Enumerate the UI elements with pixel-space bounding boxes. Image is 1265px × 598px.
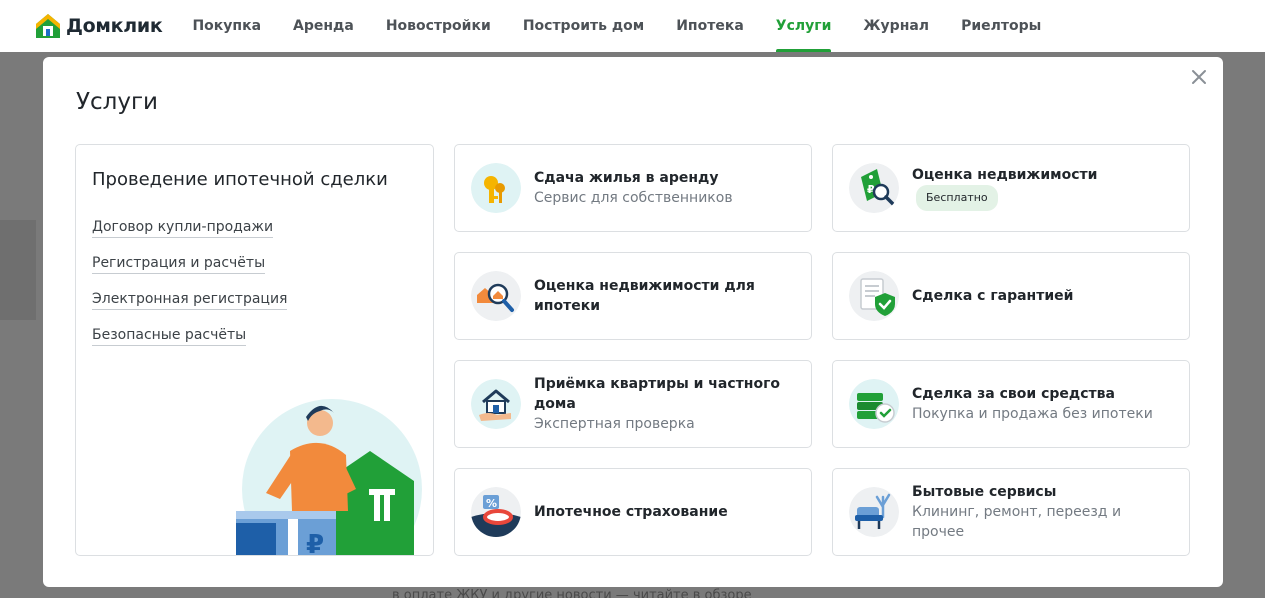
card-own-funds-deal[interactable]: Сделка за свои средства Покупка и продаж… [832,360,1190,448]
card-subtitle: Сервис для собственников [534,190,733,206]
armchair-plant-icon [849,487,899,537]
house-magnifier-icon [471,271,521,321]
card-subtitle: Экспертная проверка [534,416,695,432]
card-rent-out-housing[interactable]: Сдача жилья в аренду Сервис для собствен… [454,144,812,232]
card-text: Бытовые сервисы Клининг, ремонт, переезд… [912,482,1175,542]
card-apartment-acceptance[interactable]: Приёмка квартиры и частного дома Эксперт… [454,360,812,448]
card-title: Сдача жилья в аренду [534,170,719,186]
card-title: Оценка недвижимости Бесплатно [912,165,1175,211]
card-property-appraisal[interactable]: ₽ Оценка недвижимости Бесплатно [832,144,1190,232]
modal-title: Услуги [76,89,159,115]
card-title: Приёмка квартиры и частного дома [534,376,780,412]
card-guaranteed-deal[interactable]: Сделка с гарантией [832,252,1190,340]
card-text: Сделка с гарантией [912,286,1175,306]
link-registration-payments[interactable]: Регистрация и расчёты [92,255,266,274]
man-leaning-on-house-illustration: ₽ [236,399,422,556]
link-safe-payments[interactable]: Безопасные расчёты [92,327,247,346]
money-check-icon [849,379,899,429]
card-text: Приёмка квартиры и частного дома Эксперт… [534,374,797,434]
house-logo-icon [36,14,60,38]
nav-item-rent[interactable]: Аренда [277,0,370,52]
svg-text:₽: ₽ [306,530,324,556]
keys-icon [471,163,521,213]
link-electronic-registration[interactable]: Электронная регистрация [92,291,288,310]
panel-title: Проведение ипотечной сделки [92,169,388,190]
nav-item-build-house[interactable]: Построить дом [507,0,660,52]
main-nav: Покупка Аренда Новостройки Построить дом… [176,0,1057,52]
nav-item-realtors[interactable]: Риелторы [945,0,1057,52]
link-purchase-agreement[interactable]: Договор купли-продажи [92,219,274,238]
close-icon[interactable] [1189,67,1209,87]
price-tag-magnifier-icon: ₽ [849,163,899,213]
card-household-services[interactable]: Бытовые сервисы Клининг, ремонт, переезд… [832,468,1190,556]
card-mortgage-appraisal[interactable]: Оценка недвижимости для ипотеки [454,252,812,340]
card-text: Сдача жилья в аренду Сервис для собствен… [534,168,797,208]
card-mortgage-insurance[interactable]: % Ипотечное страхование [454,468,812,556]
card-title: Бытовые сервисы [912,484,1057,500]
brand-logo[interactable]: Домклик [34,12,163,40]
card-title: Ипотечное страхование [534,504,728,520]
top-navigation: Домклик Покупка Аренда Новостройки Постр… [0,0,1265,52]
background-card [0,220,36,320]
card-title-text: Оценка недвижимости [912,167,1098,183]
house-hand-icon [471,379,521,429]
brand-name: Домклик [66,15,163,37]
nav-item-journal[interactable]: Журнал [847,0,945,52]
svg-text:%: % [486,497,497,510]
nav-item-new-buildings[interactable]: Новостройки [370,0,507,52]
nav-item-services[interactable]: Услуги [760,0,848,52]
mortgage-deal-panel: Проведение ипотечной сделки Договор купл… [75,144,434,556]
card-text: Ипотечное страхование [534,502,797,522]
card-title: Сделка с гарантией [912,288,1074,304]
card-text: Оценка недвижимости Бесплатно [912,165,1175,211]
free-badge: Бесплатно [916,185,998,211]
card-title: Сделка за свои средства [912,386,1115,402]
document-shield-icon [849,271,899,321]
nav-item-buy[interactable]: Покупка [176,0,277,52]
card-title: Оценка недвижимости для ипотеки [534,278,755,314]
background-peek-text: в оплате ЖКУ и другие новости — читайте … [392,588,752,598]
nav-item-mortgage[interactable]: Ипотека [660,0,760,52]
percent-lifebuoy-icon: % [471,487,521,537]
card-text: Оценка недвижимости для ипотеки [534,276,797,316]
card-subtitle: Покупка и продажа без ипотеки [912,406,1153,422]
services-modal: Услуги Проведение ипотечной сделки Догов… [43,57,1223,587]
card-text: Сделка за свои средства Покупка и продаж… [912,384,1175,424]
card-subtitle: Клининг, ремонт, переезд и прочее [912,504,1122,540]
